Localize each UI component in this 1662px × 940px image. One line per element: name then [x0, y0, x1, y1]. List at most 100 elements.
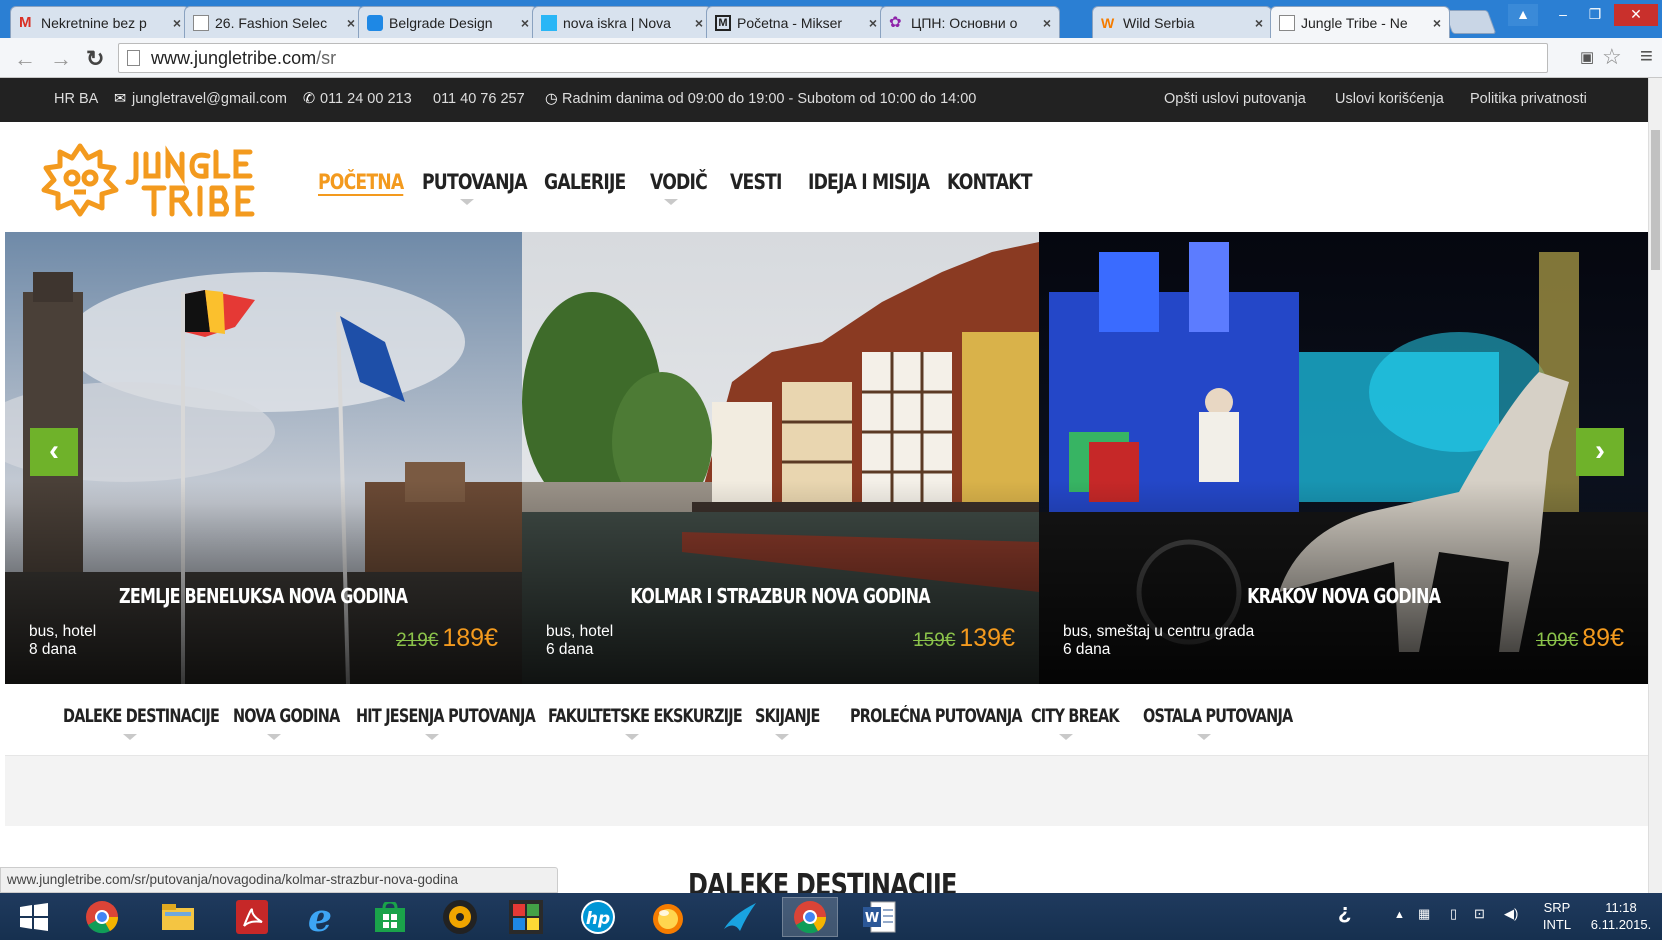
- internet-explorer-icon[interactable]: e: [292, 895, 348, 940]
- browser-tab-active[interactable]: Jungle Tribe - Ne ×: [1270, 6, 1450, 38]
- restore-button[interactable]: ❐: [1580, 4, 1610, 26]
- slider-next-button[interactable]: ›: [1576, 428, 1624, 476]
- media-player-icon[interactable]: [432, 897, 488, 937]
- action-center-icon[interactable]: ▦: [1418, 905, 1430, 922]
- new-tab-button[interactable]: [1443, 10, 1497, 34]
- category-city-break[interactable]: CITY BREAK: [1031, 706, 1120, 727]
- old-price: 109€: [1536, 630, 1579, 651]
- close-icon[interactable]: ×: [347, 15, 355, 31]
- chrome-icon[interactable]: [74, 897, 130, 937]
- close-icon[interactable]: ×: [1255, 15, 1263, 31]
- word-icon[interactable]: W: [852, 897, 908, 937]
- address-bar[interactable]: www.jungletribe.com/sr: [118, 43, 1548, 73]
- new-price: 139€: [959, 624, 1015, 652]
- slide-title[interactable]: KRAKOV NOVA GODINA: [1039, 584, 1648, 608]
- windows-start-icon[interactable]: [6, 897, 62, 937]
- category-skijanje[interactable]: SKIJANJE: [755, 706, 820, 727]
- slide-title[interactable]: ZEMLJE BENELUKSA NOVA GODINA: [5, 584, 522, 608]
- browser-tab[interactable]: Belgrade Design ×: [358, 6, 538, 38]
- slide-title[interactable]: KOLMAR I STRAZBUR NOVA GODINA: [522, 584, 1039, 608]
- back-icon[interactable]: ←: [14, 46, 36, 72]
- user-icon[interactable]: ▲: [1508, 4, 1538, 26]
- slider-prev-button[interactable]: ‹: [30, 428, 78, 476]
- messenger-icon[interactable]: [640, 897, 696, 937]
- browser-tab[interactable]: M Nekretnine bez p ×: [10, 6, 190, 38]
- clock[interactable]: 11:18 6.11.2015.: [1584, 899, 1658, 933]
- forward-icon[interactable]: →: [50, 46, 72, 72]
- category-fakultetske-ekskurzije[interactable]: FAKULTETSKE EKSKURZIJE: [548, 706, 743, 727]
- browser-tab[interactable]: M Početna - Mikser ×: [706, 6, 886, 38]
- nav-ideja-i-misija[interactable]: IDEJA I MISIJA: [808, 170, 930, 194]
- clock-icon: ◷: [545, 91, 558, 107]
- phone-number-2: 011 40 76 257: [433, 91, 525, 107]
- svg-text:W: W: [865, 911, 879, 926]
- email-link[interactable]: jungletravel@gmail.com: [132, 91, 287, 107]
- telenor-icon[interactable]: [712, 897, 768, 937]
- terms-use-link[interactable]: Uslovi korišćenja: [1335, 91, 1444, 107]
- vertical-scrollbar[interactable]: [1648, 78, 1662, 893]
- store-icon[interactable]: [362, 897, 418, 937]
- chevron-down-icon: [123, 734, 137, 740]
- category-nova-godina[interactable]: NOVA GODINA: [233, 706, 340, 727]
- category-daleke-destinacije[interactable]: DALEKE DESTINACIJE: [63, 706, 220, 727]
- category-ostala-putovanja[interactable]: OSTALA PUTOVANJA: [1143, 706, 1293, 727]
- network-icon[interactable]: ⊡: [1474, 905, 1485, 922]
- battery-icon[interactable]: ▯: [1450, 905, 1457, 922]
- site-top-bar: HR BA ✉ jungletravel@gmail.com ✆ 011 24 …: [0, 78, 1648, 122]
- category-prolecna-putovanja[interactable]: PROLEĆNA PUTOVANJA: [850, 706, 1023, 727]
- show-hidden-icons-icon[interactable]: ▲: [1394, 907, 1405, 924]
- slide-beneluks[interactable]: ZEMLJE BENELUKSA NOVA GODINA bus, hotel 8…: [5, 232, 522, 684]
- nav-galerije[interactable]: GALERIJE: [544, 170, 626, 194]
- minimize-button[interactable]: –: [1548, 4, 1578, 26]
- slide-image-krakow: [1039, 232, 1648, 684]
- browser-tab[interactable]: ✿ ЦПН: Основни о ×: [880, 6, 1060, 38]
- close-icon[interactable]: ×: [695, 15, 703, 31]
- chrome-taskbar-active-icon[interactable]: [782, 897, 838, 937]
- slide-kolmar[interactable]: KOLMAR I STRAZBUR NOVA GODINA bus, hotel…: [522, 232, 1039, 684]
- nav-vodic[interactable]: VODIČ: [650, 170, 708, 194]
- browser-tab[interactable]: 26. Fashion Selec ×: [184, 6, 364, 38]
- file-explorer-icon[interactable]: [150, 897, 206, 937]
- privacy-policy-link[interactable]: Politika privatnosti: [1470, 91, 1587, 107]
- slide-price: 109€ 89€: [1536, 624, 1624, 653]
- star-icon[interactable]: ☆: [1602, 44, 1622, 70]
- tab-label: nova iskra | Nova: [563, 14, 671, 31]
- chevron-down-icon: [625, 734, 639, 740]
- wild-icon: W: [1101, 14, 1115, 31]
- language-indicator[interactable]: SRP INTL: [1532, 899, 1582, 933]
- close-icon[interactable]: ×: [1043, 15, 1051, 31]
- jungle-tribe-logo[interactable]: [40, 134, 270, 224]
- translate-icon[interactable]: ▣: [1580, 48, 1594, 66]
- windows-taskbar: e hp W ¿ ▲ ▦ ▯ ⊡ ◀) SRP INTL 11:18 6.11.20…: [0, 893, 1662, 940]
- nav-pocetna[interactable]: POČETNA: [318, 170, 404, 196]
- close-icon[interactable]: ×: [869, 15, 877, 31]
- terms-travel-link[interactable]: Opšti uslovi putovanja: [1164, 91, 1306, 107]
- close-icon[interactable]: ×: [521, 15, 529, 31]
- category-nav: DALEKE DESTINACIJE NOVA GODINA HIT JESEN…: [5, 684, 1648, 756]
- slide-price: 159€ 139€: [913, 624, 1015, 653]
- nav-vesti[interactable]: VESTI: [730, 170, 782, 194]
- chevron-down-icon: [267, 734, 281, 740]
- hp-icon[interactable]: hp: [570, 897, 626, 937]
- close-icon[interactable]: ×: [1433, 15, 1441, 31]
- working-hours: Radnim danima od 09:00 do 19:00 - Suboto…: [562, 91, 977, 107]
- close-window-button[interactable]: ✕: [1614, 4, 1658, 26]
- scrollbar-thumb[interactable]: [1651, 130, 1660, 270]
- slide-price: 219€ 189€: [396, 624, 498, 653]
- close-icon[interactable]: ×: [173, 15, 181, 31]
- reload-icon[interactable]: ↻: [86, 46, 104, 72]
- slide-krakov[interactable]: KRAKOV NOVA GODINA bus, smeštaj u centru…: [1039, 232, 1648, 684]
- browser-tab[interactable]: W Wild Serbia ×: [1092, 6, 1272, 38]
- help-icon[interactable]: ¿: [1338, 901, 1351, 923]
- volume-icon[interactable]: ◀): [1504, 905, 1518, 922]
- acrobat-icon[interactable]: [224, 897, 280, 937]
- photo-app-icon[interactable]: [498, 897, 554, 937]
- nav-kontakt[interactable]: KONTAKT: [947, 170, 1033, 194]
- menu-icon[interactable]: ≡: [1640, 43, 1653, 69]
- language-links[interactable]: HR BA: [54, 91, 98, 107]
- page-icon: [127, 50, 140, 66]
- category-hit-jesenja-putovanja[interactable]: HIT JESENJA PUTOVANJA: [356, 706, 536, 727]
- nav-putovanja[interactable]: PUTOVANJA: [422, 170, 528, 194]
- browser-tab[interactable]: nova iskra | Nova ×: [532, 6, 712, 38]
- gmail-icon: M: [19, 13, 32, 31]
